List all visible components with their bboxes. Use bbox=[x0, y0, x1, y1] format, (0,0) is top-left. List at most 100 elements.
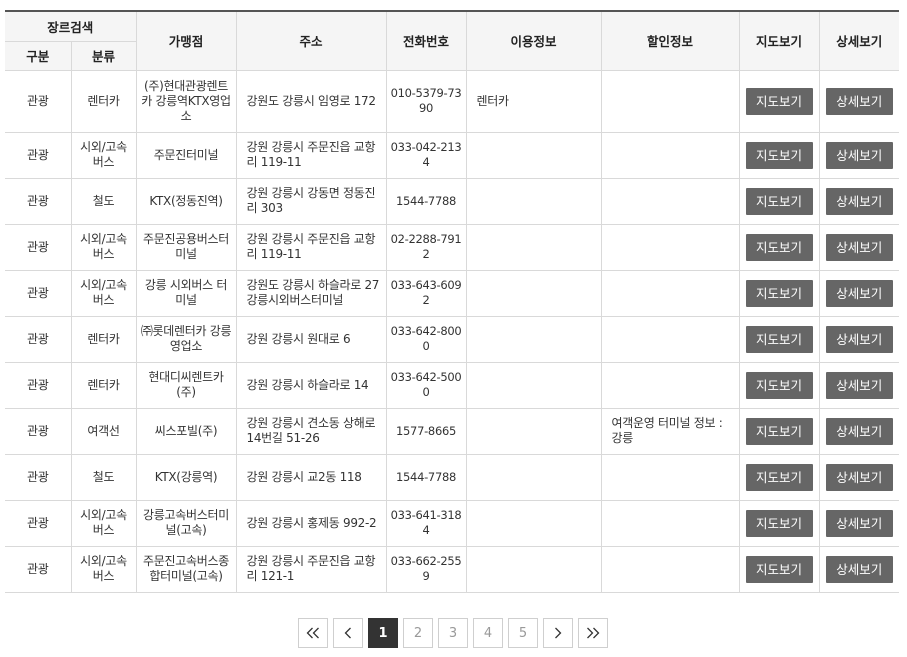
cell-discount-info bbox=[600, 362, 740, 409]
table-row: 관광 렌터카 (주)현대관광렌트카 강릉역KTX영업소 강원도 강릉시 임영로 172… bbox=[5, 70, 900, 133]
detail-view-button[interactable]: 상세보기 bbox=[825, 509, 893, 537]
cell-subcategory: 시외/고속버스 bbox=[70, 132, 137, 179]
cell-category: 관광 bbox=[5, 316, 71, 363]
cell-map: 지도보기 bbox=[738, 178, 820, 225]
cell-map: 지도보기 bbox=[738, 546, 820, 593]
first-page-button[interactable] bbox=[298, 618, 328, 648]
cell-detail: 상세보기 bbox=[818, 500, 900, 547]
cell-phone: 02-2288-7912 bbox=[385, 224, 467, 271]
cell-discount-info bbox=[600, 224, 740, 271]
cell-category: 관광 bbox=[5, 70, 71, 133]
chevron-right-icon bbox=[555, 627, 562, 639]
cell-store: 씨스포빌(주) bbox=[135, 408, 237, 455]
store-list-table-container: 장르검색 가맹점 주소 전화번호 이용정보 할인정보 지도보기 상세보기 구분 … bbox=[5, 10, 900, 593]
map-view-button[interactable]: 지도보기 bbox=[745, 555, 813, 583]
cell-category: 관광 bbox=[5, 454, 71, 501]
cell-address: 강원도 강릉시 임영로 172 bbox=[235, 70, 387, 133]
double-chevron-left-icon bbox=[306, 627, 319, 639]
cell-phone: 033-642-8000 bbox=[385, 316, 467, 363]
cell-subcategory: 시외/고속버스 bbox=[70, 500, 137, 547]
map-view-button[interactable]: 지도보기 bbox=[745, 509, 813, 537]
cell-address: 강원 강릉시 홍제동 992-2 bbox=[235, 500, 387, 547]
cell-discount-info bbox=[600, 178, 740, 225]
cell-subcategory: 여객선 bbox=[70, 408, 137, 455]
cell-store: (주)현대관광렌트카 강릉역KTX영업소 bbox=[135, 70, 237, 133]
detail-view-button[interactable]: 상세보기 bbox=[825, 279, 893, 307]
header-address: 주소 bbox=[235, 10, 387, 71]
table-row: 관광 시외/고속버스 주문진공용버스터미널 강원 강릉시 주문진읍 교항리 119-1… bbox=[5, 224, 900, 271]
detail-view-button[interactable]: 상세보기 bbox=[825, 417, 893, 445]
cell-discount-info bbox=[600, 70, 740, 133]
cell-map: 지도보기 bbox=[738, 362, 820, 409]
page-button-3[interactable]: 3 bbox=[438, 618, 468, 648]
cell-detail: 상세보기 bbox=[818, 70, 900, 133]
cell-category: 관광 bbox=[5, 270, 71, 317]
cell-subcategory: 시외/고속버스 bbox=[70, 270, 137, 317]
cell-subcategory: 렌터카 bbox=[70, 316, 137, 363]
cell-phone: 033-042-2134 bbox=[385, 132, 467, 179]
prev-page-button[interactable] bbox=[333, 618, 363, 648]
cell-discount-info bbox=[600, 132, 740, 179]
cell-store: 주문진공용버스터미널 bbox=[135, 224, 237, 271]
page-button-4[interactable]: 4 bbox=[473, 618, 503, 648]
next-page-button[interactable] bbox=[543, 618, 573, 648]
map-view-button[interactable]: 지도보기 bbox=[745, 417, 813, 445]
cell-detail: 상세보기 bbox=[818, 362, 900, 409]
cell-category: 관광 bbox=[5, 546, 71, 593]
detail-view-button[interactable]: 상세보기 bbox=[825, 371, 893, 399]
map-view-button[interactable]: 지도보기 bbox=[745, 463, 813, 491]
cell-category: 관광 bbox=[5, 362, 71, 409]
detail-view-button[interactable]: 상세보기 bbox=[825, 233, 893, 261]
cell-phone: 1544-7788 bbox=[385, 454, 467, 501]
map-view-button[interactable]: 지도보기 bbox=[745, 87, 813, 115]
map-view-button[interactable]: 지도보기 bbox=[745, 279, 813, 307]
detail-view-button[interactable]: 상세보기 bbox=[825, 187, 893, 215]
cell-subcategory: 시외/고속버스 bbox=[70, 224, 137, 271]
cell-map: 지도보기 bbox=[738, 316, 820, 363]
cell-detail: 상세보기 bbox=[818, 224, 900, 271]
cell-usage-info bbox=[465, 362, 602, 409]
map-view-button[interactable]: 지도보기 bbox=[745, 233, 813, 261]
map-view-button[interactable]: 지도보기 bbox=[745, 187, 813, 215]
cell-usage-info bbox=[465, 178, 602, 225]
table-row: 관광 여객선 씨스포빌(주) 강원 강릉시 견소동 상해로14번길 51-26 1577… bbox=[5, 408, 900, 455]
page-button-2[interactable]: 2 bbox=[403, 618, 433, 648]
table-row: 관광 렌터카 현대디씨렌트카(주) 강원 강릉시 하슬라로 14 033-642-500… bbox=[5, 362, 900, 409]
cell-phone: 033-641-3184 bbox=[385, 500, 467, 547]
cell-subcategory: 렌터카 bbox=[70, 362, 137, 409]
detail-view-button[interactable]: 상세보기 bbox=[825, 555, 893, 583]
detail-view-button[interactable]: 상세보기 bbox=[825, 463, 893, 491]
cell-category: 관광 bbox=[5, 408, 71, 455]
cell-address: 강원 강릉시 견소동 상해로14번길 51-26 bbox=[235, 408, 387, 455]
cell-address: 강원 강릉시 교2동 118 bbox=[235, 454, 387, 501]
cell-detail: 상세보기 bbox=[818, 132, 900, 179]
header-detail: 상세보기 bbox=[818, 10, 900, 71]
page-button-1[interactable]: 1 bbox=[368, 618, 398, 648]
cell-discount-info bbox=[600, 500, 740, 547]
cell-usage-info bbox=[465, 270, 602, 317]
cell-store: 현대디씨렌트카(주) bbox=[135, 362, 237, 409]
cell-map: 지도보기 bbox=[738, 70, 820, 133]
cell-subcategory: 렌터카 bbox=[70, 70, 137, 133]
detail-view-button[interactable]: 상세보기 bbox=[825, 141, 893, 169]
cell-discount-info bbox=[600, 316, 740, 363]
header-store: 가맹점 bbox=[135, 10, 237, 71]
map-view-button[interactable]: 지도보기 bbox=[745, 325, 813, 353]
cell-category: 관광 bbox=[5, 500, 71, 547]
header-map: 지도보기 bbox=[738, 10, 820, 71]
last-page-button[interactable] bbox=[578, 618, 608, 648]
cell-detail: 상세보기 bbox=[818, 270, 900, 317]
cell-map: 지도보기 bbox=[738, 270, 820, 317]
cell-category: 관광 bbox=[5, 178, 71, 225]
double-chevron-right-icon bbox=[587, 627, 600, 639]
map-view-button[interactable]: 지도보기 bbox=[745, 371, 813, 399]
cell-detail: 상세보기 bbox=[818, 178, 900, 225]
cell-address: 강원 강릉시 주문진읍 교항리 119-11 bbox=[235, 132, 387, 179]
cell-usage-info: 렌터카 bbox=[465, 70, 602, 133]
table-row: 관광 철도 KTX(정동진역) 강원 강릉시 강동면 정동진리 303 1544-778… bbox=[5, 178, 900, 225]
map-view-button[interactable]: 지도보기 bbox=[745, 141, 813, 169]
cell-usage-info bbox=[465, 224, 602, 271]
detail-view-button[interactable]: 상세보기 bbox=[825, 325, 893, 353]
detail-view-button[interactable]: 상세보기 bbox=[825, 87, 893, 115]
page-button-5[interactable]: 5 bbox=[508, 618, 538, 648]
